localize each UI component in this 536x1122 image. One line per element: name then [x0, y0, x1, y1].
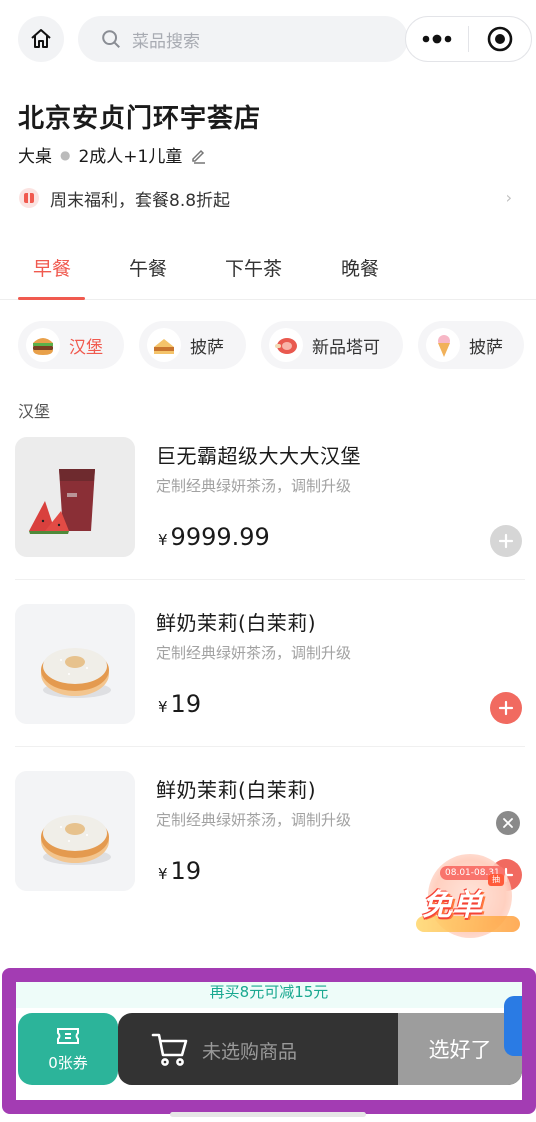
burger-icon: [26, 328, 60, 362]
add-to-cart-button[interactable]: [490, 525, 522, 557]
close-miniapp-button[interactable]: [469, 17, 531, 61]
category-chip-new-taco[interactable]: 新品塔可: [261, 321, 403, 369]
tab-lunch[interactable]: 午餐: [129, 254, 167, 281]
close-badge-button[interactable]: [496, 811, 520, 835]
table-info[interactable]: 大桌 ● 2成人+1儿童: [18, 142, 208, 167]
bottom-cart-bar: 再买8元可减15元 0张券 未选购商品 选好了: [16, 982, 522, 1100]
gift-icon: [19, 188, 39, 208]
currency-symbol: ¥: [158, 531, 168, 549]
donut-image: [15, 771, 135, 891]
price-value: 9999.99: [170, 523, 270, 551]
promo-text: 周末福利，套餐8.8折起: [50, 190, 231, 211]
promo-banner[interactable]: 周末福利，套餐8.8折起 ›: [18, 184, 518, 212]
badge-text: 免单: [422, 888, 482, 923]
badge-tag: 抽: [488, 874, 504, 886]
cart-empty-text: 未选购商品: [202, 1041, 298, 1063]
currency-symbol: ¥: [158, 698, 168, 716]
store-name: 北京安贞门环宇荟店: [18, 104, 262, 134]
item-divider: [15, 579, 525, 580]
meal-tabs: 早餐 午餐 下午茶 晚餐: [0, 236, 536, 300]
product-price: ¥9999.99: [158, 523, 270, 551]
top-bar: 菜品搜索: [0, 0, 536, 80]
tab-breakfast[interactable]: 早餐: [33, 254, 71, 281]
side-float-tab[interactable]: [504, 996, 522, 1056]
more-button[interactable]: [406, 17, 468, 61]
discount-notice: 再买8元可减15元: [16, 982, 522, 1008]
category-chip-pizza[interactable]: 披萨: [139, 321, 246, 369]
home-button[interactable]: [18, 16, 64, 62]
add-to-cart-button[interactable]: [490, 692, 522, 724]
product-description: 定制经典绿妍茶汤，调制升级: [156, 811, 352, 829]
home-icon: [31, 29, 51, 48]
product-price: ¥19: [158, 857, 201, 885]
watermelon-drink-image: [15, 437, 135, 557]
home-indicator: [170, 1112, 366, 1117]
category-label: 披萨: [190, 337, 224, 358]
product-item[interactable]: 鲜奶茉莉(白茉莉) 定制经典绿妍茶汤，调制升级 ¥19: [15, 604, 525, 754]
product-price: ¥19: [158, 690, 201, 718]
active-tab-indicator: [18, 297, 85, 300]
category-label: 披萨: [469, 337, 503, 358]
free-order-badge[interactable]: 08.01-08.31 抽 免单: [412, 850, 522, 942]
chevron-right-icon: ›: [505, 188, 512, 207]
separator-dot: ●: [60, 147, 71, 162]
ticket-icon: [57, 1027, 79, 1044]
price-value: 19: [170, 857, 202, 885]
miniapp-capsule: [405, 16, 532, 62]
plus-icon: [498, 533, 514, 549]
ham-icon: [269, 328, 303, 362]
product-name: 鲜奶茉莉(白茉莉): [156, 611, 317, 635]
target-icon: [487, 26, 513, 52]
item-divider: [15, 746, 525, 747]
currency-symbol: ¥: [158, 865, 168, 883]
category-chip-burger[interactable]: 汉堡: [18, 321, 124, 369]
search-placeholder: 菜品搜索: [132, 31, 200, 52]
guest-count: 2成人+1儿童: [78, 147, 183, 167]
table-type: 大桌: [18, 147, 52, 167]
tab-dinner[interactable]: 晚餐: [341, 254, 379, 281]
cart-bar[interactable]: 未选购商品 选好了: [118, 1013, 522, 1085]
product-description: 定制经典绿妍茶汤，调制升级: [156, 477, 352, 495]
plus-icon: [498, 700, 514, 716]
tab-afternoon-tea[interactable]: 下午茶: [225, 254, 282, 281]
cart-icon: [151, 1033, 188, 1066]
edit-icon[interactable]: [190, 146, 208, 164]
category-label: 新品塔可: [312, 337, 380, 358]
product-name: 鲜奶茉莉(白茉莉): [156, 778, 317, 802]
coupon-count: 0张券: [48, 1053, 88, 1072]
search-icon: [102, 30, 120, 48]
coupon-button[interactable]: 0张券: [18, 1013, 118, 1085]
price-value: 19: [170, 690, 202, 718]
category-label: 汉堡: [69, 337, 103, 358]
search-bar[interactable]: 菜品搜索: [78, 16, 408, 62]
ice-cream-icon: [426, 328, 460, 362]
more-dots-icon: [422, 34, 452, 44]
product-description: 定制经典绿妍茶汤，调制升级: [156, 644, 352, 662]
product-name: 巨无霸超级大大大汉堡: [156, 444, 361, 468]
donut-image: [15, 604, 135, 724]
close-icon: [503, 818, 513, 828]
sandwich-icon: [147, 328, 181, 362]
category-chip-pizza-2[interactable]: 披萨: [418, 321, 524, 369]
product-item[interactable]: 巨无霸超级大大大汉堡 定制经典绿妍茶汤，调制升级 ¥9999.99: [15, 437, 525, 587]
section-title: 汉堡: [18, 402, 51, 421]
